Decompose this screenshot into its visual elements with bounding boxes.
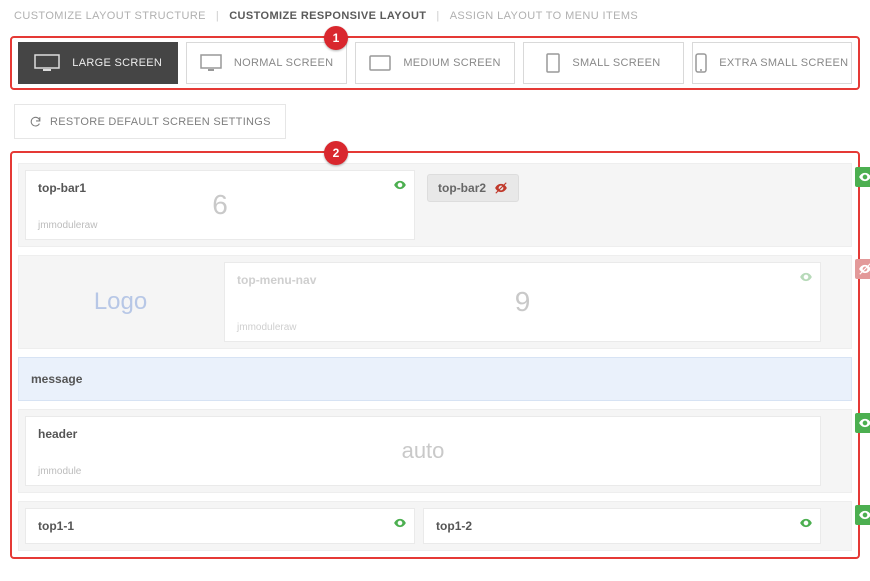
- row-visibility-toggle[interactable]: [855, 505, 870, 525]
- block-logo[interactable]: Logo: [25, 262, 216, 342]
- block-width: auto: [26, 438, 820, 464]
- screen-large[interactable]: LARGE SCREEN: [18, 42, 178, 84]
- screen-xsmall[interactable]: EXTRA SMALL SCREEN: [692, 42, 852, 84]
- block-header[interactable]: header auto jmmodule: [25, 416, 821, 486]
- tablet-portrait-icon: [546, 53, 560, 73]
- block-module: jmmoduleraw: [38, 220, 97, 231]
- layout-canvas: 2 top-bar1 6 jmmoduleraw top-bar2: [10, 151, 860, 559]
- row-message[interactable]: message: [18, 357, 852, 401]
- monitor-wide-icon: [34, 54, 60, 72]
- screen-label: NORMAL SCREEN: [234, 57, 333, 69]
- screen-switcher: 1 LARGE SCREEN NORMAL SCREEN MEDIUM SCRE…: [10, 36, 860, 90]
- screen-label: LARGE SCREEN: [72, 57, 162, 69]
- eye-icon[interactable]: [392, 515, 408, 531]
- nav-sep: |: [216, 10, 219, 22]
- nav-layout-structure[interactable]: CUSTOMIZE LAYOUT STRUCTURE: [14, 10, 206, 22]
- block-width: 9: [225, 286, 820, 318]
- restore-label: RESTORE DEFAULT SCREEN SETTINGS: [50, 116, 271, 128]
- screen-small[interactable]: SMALL SCREEN: [523, 42, 683, 84]
- block-top1-2[interactable]: top1-2: [423, 508, 821, 544]
- top-nav: CUSTOMIZE LAYOUT STRUCTURE | CUSTOMIZE R…: [0, 0, 870, 36]
- screen-label: EXTRA SMALL SCREEN: [719, 57, 848, 69]
- block-top-bar1[interactable]: top-bar1 6 jmmoduleraw: [25, 170, 415, 240]
- tablet-landscape-icon: [369, 55, 391, 71]
- screen-label: MEDIUM SCREEN: [403, 57, 500, 69]
- screen-medium[interactable]: MEDIUM SCREEN: [355, 42, 515, 84]
- screen-normal[interactable]: NORMAL SCREEN: [186, 42, 346, 84]
- block-title: message: [31, 372, 82, 386]
- nav-responsive-layout[interactable]: CUSTOMIZE RESPONSIVE LAYOUT: [229, 10, 426, 22]
- block-module: jmmodule: [38, 466, 81, 477]
- callout-1: 1: [324, 26, 348, 50]
- row-visibility-toggle[interactable]: [855, 259, 870, 279]
- block-top1-1[interactable]: top1-1: [25, 508, 415, 544]
- refresh-icon: [29, 115, 42, 128]
- eye-icon[interactable]: [798, 269, 814, 285]
- block-title: top-menu-nav: [237, 273, 808, 287]
- callout-2: 2: [324, 141, 348, 165]
- row-top1: top1-1 top1-2: [18, 501, 852, 551]
- block-module: jmmoduleraw: [237, 322, 296, 333]
- screen-label: SMALL SCREEN: [572, 57, 660, 69]
- row-logo: Logo top-menu-nav 9 jmmoduleraw: [18, 255, 852, 349]
- block-title: top1-1: [38, 519, 402, 533]
- logo-text: Logo: [94, 288, 147, 316]
- eye-icon[interactable]: [798, 515, 814, 531]
- nav-sep: |: [436, 10, 439, 22]
- row-visibility-toggle[interactable]: [855, 413, 870, 433]
- row-visibility-toggle[interactable]: [855, 167, 870, 187]
- row-topbar: top-bar1 6 jmmoduleraw top-bar2: [18, 163, 852, 247]
- monitor-icon: [200, 54, 222, 72]
- phone-icon: [695, 53, 707, 73]
- block-title: top-bar2: [438, 181, 486, 195]
- block-top-bar2[interactable]: top-bar2: [427, 174, 519, 202]
- block-title: top1-2: [436, 519, 808, 533]
- block-width: 6: [26, 189, 414, 221]
- nav-assign-menu[interactable]: ASSIGN LAYOUT TO MENU ITEMS: [450, 10, 638, 22]
- restore-defaults-button[interactable]: RESTORE DEFAULT SCREEN SETTINGS: [14, 104, 286, 139]
- row-header: header auto jmmodule: [18, 409, 852, 493]
- block-top-bar2-container: top-bar2: [423, 170, 821, 240]
- block-top-menu-nav[interactable]: top-menu-nav 9 jmmoduleraw: [224, 262, 821, 342]
- eye-off-icon[interactable]: [494, 181, 508, 195]
